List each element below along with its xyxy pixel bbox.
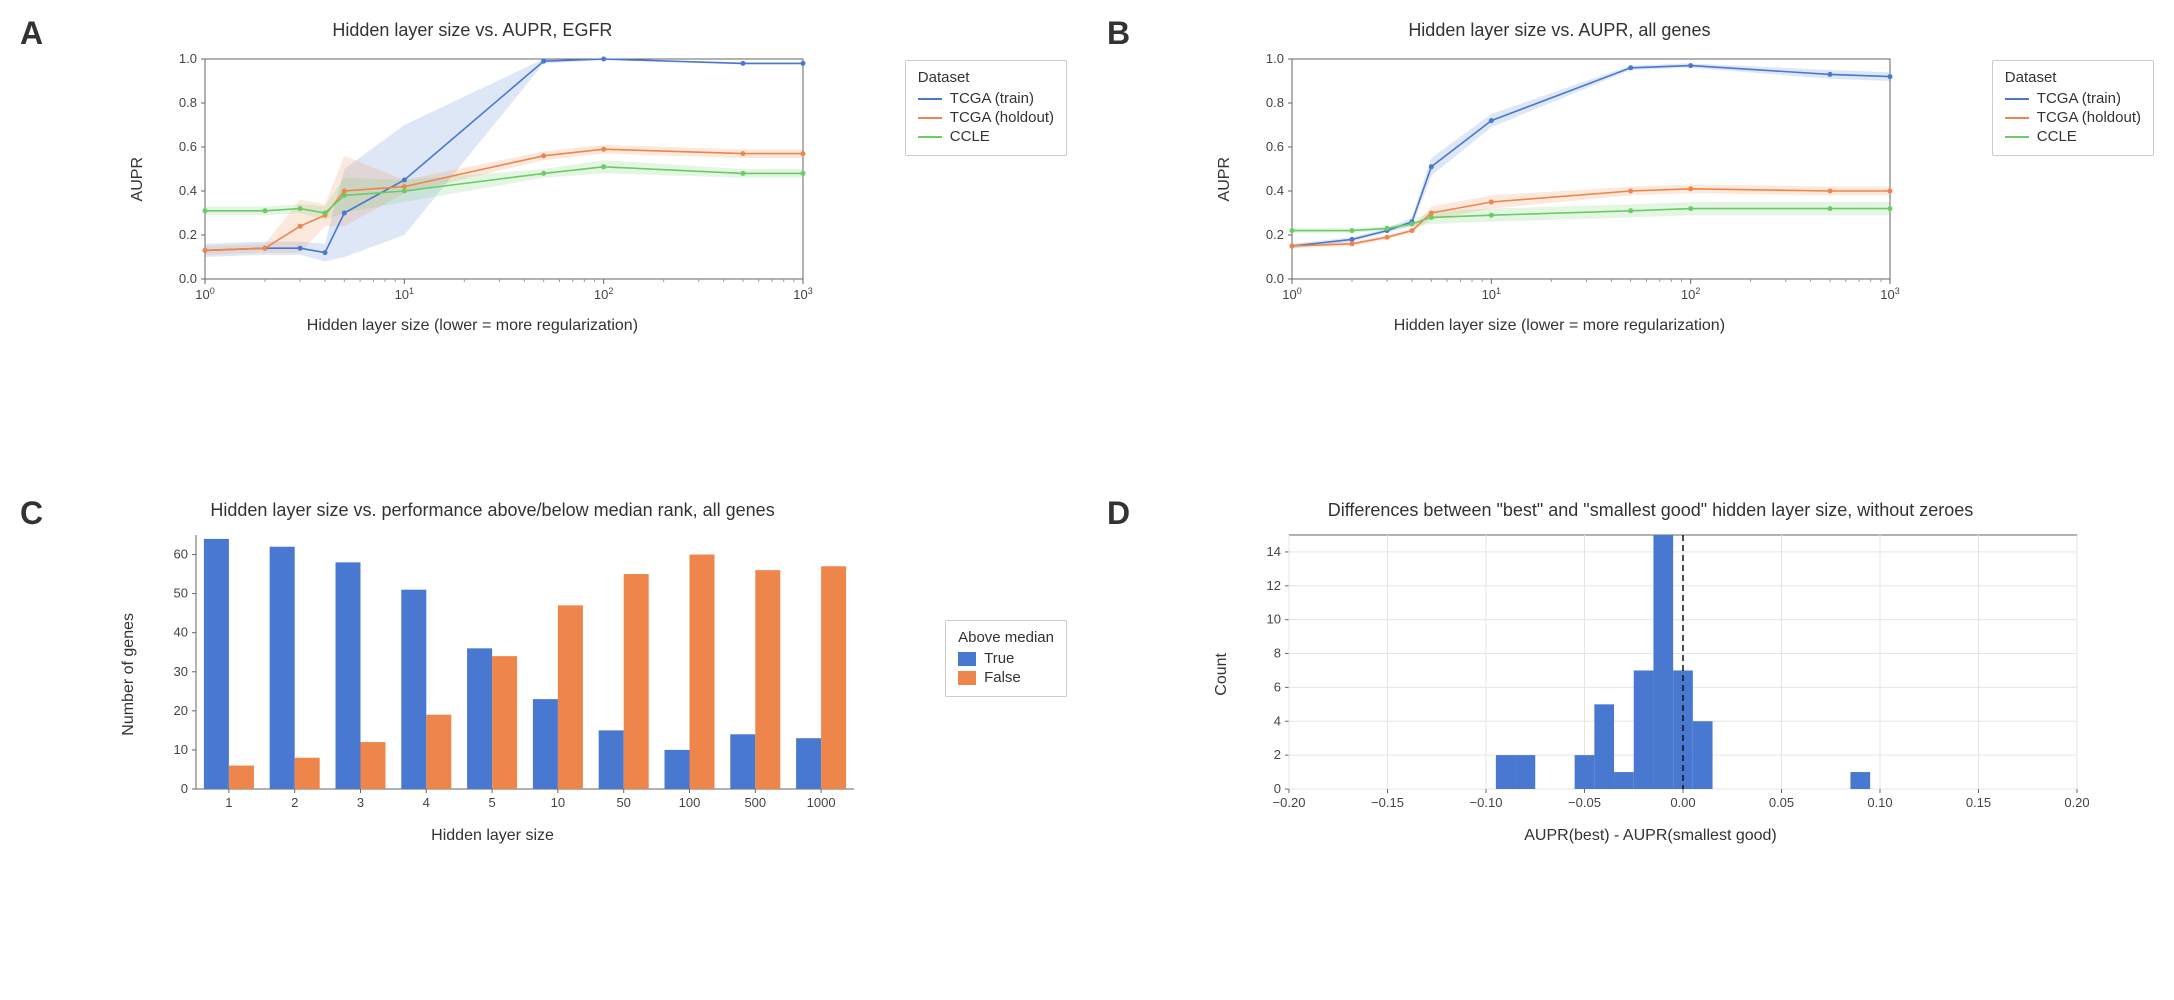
legend-item: CCLE [2037,128,2077,145]
legend-item: TCGA (holdout) [950,109,1054,126]
ylabel-B: AUPR [1216,157,1234,201]
legend-item: TCGA (train) [2037,90,2121,107]
legend-item: True [984,650,1014,667]
panel-B: B Hidden layer size vs. AUPR, all genes … [1107,20,2154,470]
svg-text:1.0: 1.0 [1266,51,1284,66]
svg-text:4: 4 [1273,713,1280,728]
svg-text:103: 103 [1881,286,1900,302]
svg-text:10: 10 [173,742,187,757]
svg-text:1: 1 [225,795,232,810]
svg-text:−0.20: −0.20 [1272,795,1305,810]
xlabel-B: Hidden layer size (lower = more regulari… [1394,317,1725,335]
svg-text:0.0: 0.0 [179,271,197,286]
svg-text:1000: 1000 [806,795,835,810]
chart-title-A: Hidden layer size vs. AUPR, EGFR [332,20,612,41]
chart-A: 0.0 0.2 0.4 0.6 0.8 1.0 100 101 102 103 [155,49,815,309]
svg-text:101: 101 [395,286,414,302]
panel-A: A Hidden layer size vs. AUPR, EGFR AUPR … [20,20,1067,470]
panel-letter-C: C [20,495,50,532]
legend-title-A: Dataset [918,69,1054,86]
svg-text:0.8: 0.8 [179,95,197,110]
legend-A: Dataset TCGA (train) TCGA (holdout) CCLE [905,60,1067,156]
svg-text:0.6: 0.6 [179,139,197,154]
svg-text:101: 101 [1482,286,1501,302]
chart-title-B: Hidden layer size vs. AUPR, all genes [1408,20,1710,41]
svg-text:−0.10: −0.10 [1469,795,1502,810]
svg-text:−0.15: −0.15 [1371,795,1404,810]
legend-B: Dataset TCGA (train) TCGA (holdout) CCLE [1992,60,2154,156]
svg-text:12: 12 [1266,578,1280,593]
svg-text:102: 102 [1681,286,1700,302]
svg-text:0.15: 0.15 [1965,795,1990,810]
legend-item: CCLE [950,128,990,145]
chart-C: 0 10 20 30 40 50 60 1 2 3 4 5 10 50 100 500 1000 [146,529,866,819]
svg-text:100: 100 [1283,286,1302,302]
svg-text:−0.05: −0.05 [1568,795,1601,810]
svg-text:14: 14 [1266,544,1280,559]
svg-text:30: 30 [173,664,187,679]
svg-text:0.4: 0.4 [1266,183,1284,198]
svg-text:2: 2 [1273,747,1280,762]
svg-text:0.4: 0.4 [179,183,197,198]
svg-text:0: 0 [180,781,187,796]
svg-text:0.10: 0.10 [1867,795,1892,810]
ylabel-A: AUPR [129,157,147,201]
svg-text:0.0: 0.0 [1266,271,1284,286]
svg-text:500: 500 [744,795,766,810]
svg-text:50: 50 [616,795,630,810]
svg-text:103: 103 [794,286,813,302]
legend-title-B: Dataset [2005,69,2141,86]
svg-text:6: 6 [1273,679,1280,694]
panel-C: C Hidden layer size vs. performance abov… [20,500,1067,980]
chart-B: 0.0 0.2 0.4 0.6 0.8 1.0 100 101 102 103 [1242,49,1902,309]
svg-text:40: 40 [173,625,187,640]
xlabel-A: Hidden layer size (lower = more regulari… [307,317,638,335]
figure: A Hidden layer size vs. AUPR, EGFR AUPR … [20,20,2154,980]
legend-item: TCGA (train) [950,90,1034,107]
svg-text:0.05: 0.05 [1768,795,1793,810]
svg-text:0.8: 0.8 [1266,95,1284,110]
legend-item: False [984,669,1021,686]
panel-letter-B: B [1107,15,1137,52]
svg-text:0.00: 0.00 [1670,795,1695,810]
legend-C: Above median True False [945,620,1067,697]
svg-text:5: 5 [488,795,495,810]
svg-text:1.0: 1.0 [179,51,197,66]
panel-D: D Differences between "best" and "smalle… [1107,500,2154,980]
svg-text:0.2: 0.2 [179,227,197,242]
svg-text:100: 100 [678,795,700,810]
panel-letter-A: A [20,15,50,52]
svg-text:0.2: 0.2 [1266,227,1284,242]
svg-text:10: 10 [550,795,564,810]
svg-text:4: 4 [422,795,429,810]
svg-text:3: 3 [356,795,363,810]
ylabel-D: Count [1213,653,1231,696]
legend-title-C: Above median [958,629,1054,646]
svg-text:50: 50 [173,586,187,601]
chart-D: 0 2 4 6 8 10 12 14 −0.20 −0.15 −0.10 −0.05 0.00 0.05 0… [1239,529,2089,819]
svg-text:8: 8 [1273,646,1280,661]
svg-text:0.20: 0.20 [2064,795,2089,810]
xlabel-C: Hidden layer size [431,827,554,845]
panel-letter-D: D [1107,495,1137,532]
legend-item: TCGA (holdout) [2037,109,2141,126]
svg-text:0: 0 [1273,781,1280,796]
svg-text:100: 100 [196,286,215,302]
svg-text:60: 60 [173,547,187,562]
chart-title-D: Differences between "best" and "smallest… [1328,500,1974,521]
chart-title-C: Hidden layer size vs. performance above/… [210,500,774,521]
svg-text:0.6: 0.6 [1266,139,1284,154]
svg-text:2: 2 [291,795,298,810]
svg-text:10: 10 [1266,612,1280,627]
ylabel-C: Number of genes [120,613,138,736]
svg-text:102: 102 [594,286,613,302]
xlabel-D: AUPR(best) - AUPR(smallest good) [1524,827,1777,845]
svg-text:20: 20 [173,703,187,718]
